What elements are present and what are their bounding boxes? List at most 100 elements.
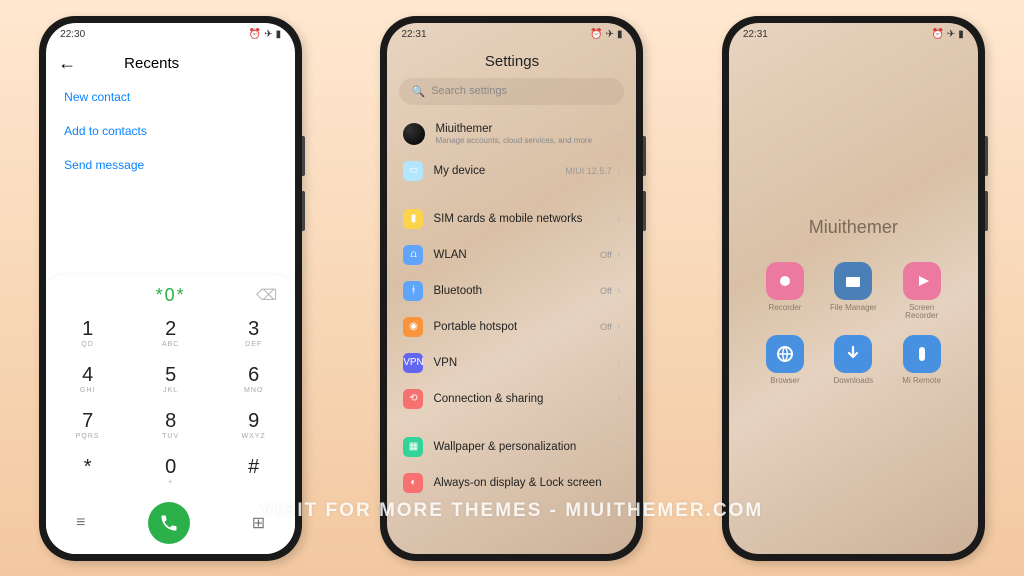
key-3[interactable]: 3DEF [212, 312, 295, 358]
avatar [403, 123, 425, 145]
app-icon [834, 335, 872, 373]
dialer-bottom-bar: ≡ ⊞ [46, 496, 295, 554]
settings-row-share[interactable]: ⟲Connection & sharing› [393, 381, 630, 417]
app-label: File Manager [823, 304, 883, 313]
settings-row-bt[interactable]: ᚼBluetoothOff› [393, 273, 630, 309]
app-label: Screen Recorder [891, 304, 951, 322]
app-browser[interactable]: Browser [755, 335, 815, 386]
app-icon [834, 262, 872, 300]
app-icon [766, 335, 804, 373]
key-9[interactable]: 9WXYZ [212, 404, 295, 450]
chevron-right-icon: › [617, 213, 621, 225]
row-value: Off [600, 250, 612, 260]
settings-row-device[interactable]: ▭My deviceMIUI 12.5.7› [393, 153, 630, 189]
row-label: Wallpaper & personalization [433, 441, 616, 453]
app-screen-recorder[interactable]: Screen Recorder [891, 262, 951, 322]
key-8[interactable]: 8TUV [129, 404, 212, 450]
key-6[interactable]: 6MNO [212, 358, 295, 404]
status-icons: ⏰ ✈ ▮ [931, 29, 963, 40]
chevron-right-icon: › [617, 321, 621, 333]
key-0[interactable]: 0+ [129, 450, 212, 496]
key-5[interactable]: 5JKL [129, 358, 212, 404]
settings-row-sim[interactable]: ▮SIM cards & mobile networks› [393, 201, 630, 237]
wifi-icon: ⩍ [403, 245, 423, 265]
status-bar: 22:31 ⏰ ✈ ▮ [729, 23, 978, 43]
app-icon [903, 335, 941, 373]
alarm-icon: ⏰ [931, 29, 943, 40]
alarm-icon: ⏰ [590, 29, 602, 40]
dialpad-toggle-icon[interactable]: ⊞ [252, 513, 265, 533]
app-grid: Recorder File Manager Screen Recorder Brows… [729, 262, 978, 386]
sim-icon: ▮ [403, 209, 423, 229]
send-message-link[interactable]: Send message [64, 150, 277, 184]
row-label: Always-on display & Lock screen [433, 477, 616, 489]
row-label: WLAN [433, 249, 599, 261]
new-contact-link[interactable]: New contact [64, 82, 277, 116]
page-title: Recents [124, 55, 179, 72]
row-value: Off [600, 286, 612, 296]
app-label: Browser [755, 377, 815, 386]
phone-mockup-home: 22:31 ⏰ ✈ ▮ Miuithemer Recorder File Mana… [722, 16, 985, 561]
settings-list: Miuithemer Manage accounts, cloud servic… [387, 115, 636, 501]
action-menu: New contact Add to contacts Send message [46, 82, 295, 184]
app-downloads[interactable]: Downloads [823, 335, 883, 386]
app-file-manager[interactable]: File Manager [823, 262, 883, 322]
key-4[interactable]: 4GHI [46, 358, 129, 404]
key-#[interactable]: # [212, 450, 295, 496]
key-*[interactable]: * [46, 450, 129, 496]
vpn-icon: VPN [403, 353, 423, 373]
airplane-icon: ✈ [264, 29, 272, 40]
battery-icon: ▮ [276, 29, 282, 40]
back-button[interactable]: ← [58, 53, 76, 74]
app-label: Downloads [823, 377, 883, 386]
app-recorder[interactable]: Recorder [755, 262, 815, 322]
backspace-button[interactable]: ⌫ [256, 286, 277, 304]
search-placeholder: Search settings [431, 85, 507, 97]
search-input[interactable]: 🔍 Search settings [399, 78, 624, 105]
chevron-right-icon: › [617, 249, 621, 261]
chevron-right-icon: › [617, 128, 621, 140]
row-value: Off [600, 322, 612, 332]
account-name: Miuithemer [435, 123, 616, 135]
account-row[interactable]: Miuithemer Manage accounts, cloud servic… [393, 115, 630, 153]
add-to-contacts-link[interactable]: Add to contacts [64, 116, 277, 150]
status-icons: ⏰ ✈ ▮ [249, 29, 281, 40]
row-label: My device [433, 165, 565, 177]
phone-mockup-dialer: 22:30 ⏰ ✈ ▮ ← Recents New contact Add to… [39, 16, 302, 561]
battery-icon: ▮ [958, 29, 964, 40]
app-icon [903, 262, 941, 300]
key-1[interactable]: 1QD [46, 312, 129, 358]
row-label: Bluetooth [433, 285, 599, 297]
settings-title: Settings [387, 43, 636, 78]
key-7[interactable]: 7PQRS [46, 404, 129, 450]
chevron-right-icon: › [617, 441, 621, 453]
status-time: 22:31 [401, 29, 426, 40]
aod-icon: ◐ [403, 473, 423, 493]
call-button[interactable] [148, 502, 190, 544]
search-icon: 🔍 [411, 85, 425, 98]
row-value: MIUI 12.5.7 [565, 166, 612, 176]
home-screen[interactable]: Miuithemer Recorder File Manager Screen Re… [729, 43, 978, 554]
status-time: 22:31 [743, 29, 768, 40]
status-bar: 22:31 ⏰ ✈ ▮ [387, 23, 636, 43]
screen: 22:31 ⏰ ✈ ▮ Miuithemer Recorder File Mana… [729, 23, 978, 554]
app-mi-remote[interactable]: Mi Remote [891, 335, 951, 386]
screen: 22:31 ⏰ ✈ ▮ Settings 🔍 Search settings M… [387, 23, 636, 554]
share-icon: ⟲ [403, 389, 423, 409]
settings-row-wifi[interactable]: ⩍ WLANOff › [393, 237, 630, 273]
menu-icon[interactable]: ≡ [76, 514, 85, 532]
settings-row-aod[interactable]: ◐Always-on display & Lock screen› [393, 465, 630, 501]
settings-row-wall[interactable]: ▦ Wallpaper & personalization› [393, 429, 630, 465]
settings-row-hotspot[interactable]: ◉Portable hotspotOff› [393, 309, 630, 345]
wall-icon: ▦ [403, 437, 423, 457]
phone-mockup-settings: 22:31 ⏰ ✈ ▮ Settings 🔍 Search settings M… [380, 16, 643, 561]
status-time: 22:30 [60, 29, 85, 40]
key-2[interactable]: 2ABC [129, 312, 212, 358]
device-icon: ▭ [403, 161, 423, 181]
phone-icon [159, 513, 179, 533]
settings-row-vpn[interactable]: VPNVPN› [393, 345, 630, 381]
battery-icon: ▮ [617, 29, 623, 40]
folder-title: Miuithemer [729, 217, 978, 238]
hotspot-icon: ◉ [403, 317, 423, 337]
airplane-icon: ✈ [606, 29, 614, 40]
